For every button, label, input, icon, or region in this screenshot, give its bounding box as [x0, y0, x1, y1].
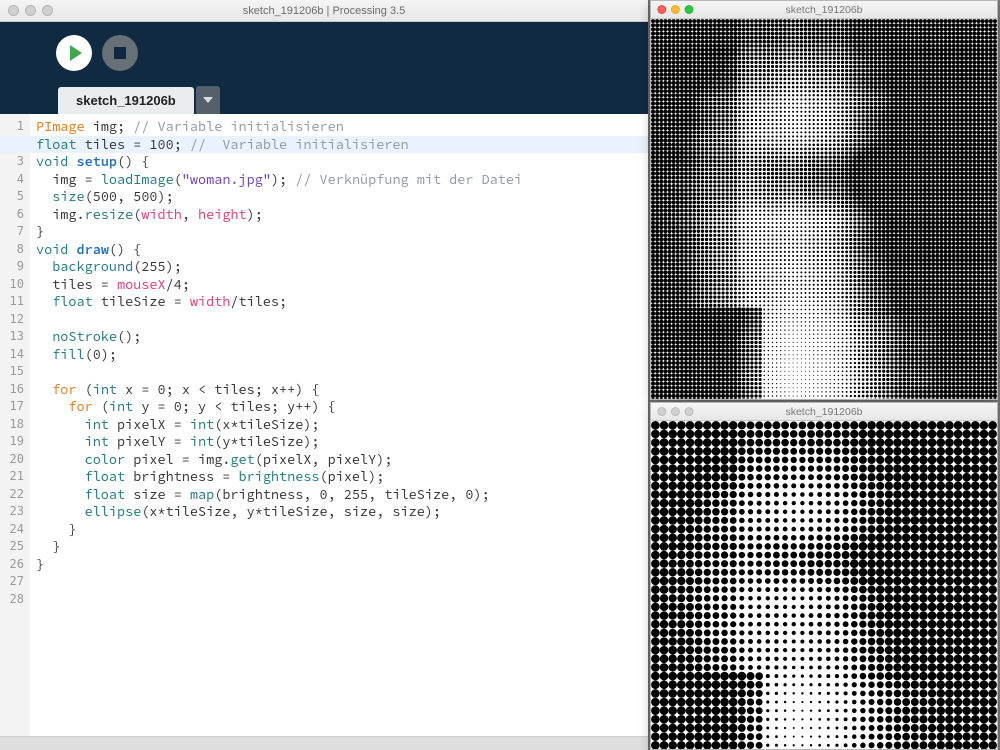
- stop-icon: [114, 47, 126, 59]
- window-controls: [651, 5, 693, 14]
- ide-titlebar[interactable]: sketch_191206b | Processing 3.5: [0, 0, 648, 22]
- zoom-icon[interactable]: [685, 5, 694, 14]
- close-icon[interactable]: [8, 5, 19, 16]
- ide-title: sketch_191206b | Processing 3.5: [0, 5, 648, 17]
- minimize-icon[interactable]: [25, 5, 36, 16]
- play-icon: [70, 45, 82, 61]
- stop-button[interactable]: [102, 35, 138, 71]
- output2-titlebar[interactable]: sketch_191206b: [651, 403, 997, 421]
- line-number-gutter: 1234567891011121314151617181920212223242…: [0, 114, 30, 736]
- run-button[interactable]: [56, 35, 92, 71]
- minimize-icon[interactable]: [671, 407, 680, 416]
- ide-toolbar: [0, 22, 648, 84]
- tab-menu-button[interactable]: [196, 86, 220, 114]
- ide-statusbar: [0, 736, 648, 750]
- zoom-icon[interactable]: [685, 407, 694, 416]
- close-icon[interactable]: [657, 407, 666, 416]
- sketch-output-window-2: sketch_191206b: [650, 402, 998, 750]
- output1-title: sketch_191206b: [651, 4, 997, 16]
- code-editor[interactable]: 1234567891011121314151617181920212223242…: [0, 114, 648, 736]
- output1-titlebar[interactable]: sketch_191206b: [651, 1, 997, 19]
- output2-canvas: [651, 421, 997, 749]
- sketch-tab[interactable]: sketch_191206b: [58, 87, 194, 114]
- chevron-down-icon: [203, 97, 213, 103]
- output1-canvas: [651, 19, 997, 399]
- zoom-icon[interactable]: [42, 5, 53, 16]
- tab-bar: sketch_191206b: [0, 84, 648, 114]
- window-controls: [0, 5, 53, 16]
- window-controls: [651, 407, 693, 416]
- close-icon[interactable]: [657, 5, 666, 14]
- output2-title: sketch_191206b: [651, 406, 997, 418]
- minimize-icon[interactable]: [671, 5, 680, 14]
- sketch-output-window-1: sketch_191206b: [650, 0, 998, 400]
- processing-ide-window: sketch_191206b | Processing 3.5 sketch_1…: [0, 0, 648, 750]
- code-area[interactable]: PImage img; // Variable initialisierenfl…: [30, 114, 648, 736]
